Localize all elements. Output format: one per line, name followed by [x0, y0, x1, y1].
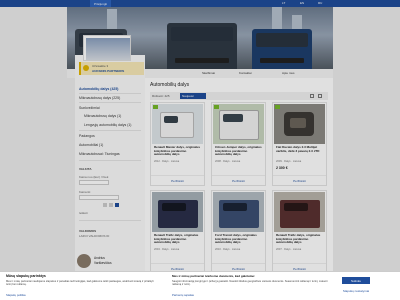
cookie-policy-link[interactable]: Slapukų politika: [6, 293, 26, 297]
cookie-purposes-heading: Mes ir mūsų partneriai tvarkome duomenis…: [172, 274, 256, 278]
consent-overlay: [0, 0, 400, 300]
partners-list-link[interactable]: Partnerių sąrašas: [172, 293, 194, 297]
cookie-settings-button[interactable]: Slapukų nustatymai: [342, 289, 370, 294]
accept-cookies-button[interactable]: Sutinku: [342, 277, 370, 284]
cookie-consent-banner: Mūsų slapukų parinktys Mes ir mūsų partn…: [0, 271, 400, 300]
cookie-text: Mes ir mūsų partneriai naudojame slapuku…: [6, 280, 154, 287]
cookie-heading: Mūsų slapukų parinktys: [6, 274, 46, 278]
cookie-purposes-text: Saugoti informaciją įrenginyje ir (arba)…: [172, 280, 328, 287]
